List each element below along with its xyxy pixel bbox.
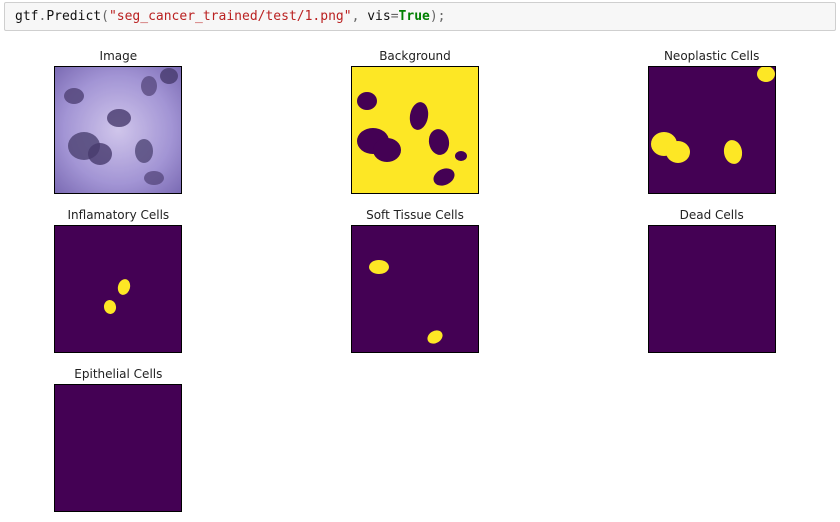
- mask-background: [351, 66, 479, 194]
- code-token-eq: =: [391, 9, 399, 24]
- code-token-method: Predict: [46, 9, 101, 24]
- code-token-kwarg: vis: [367, 9, 390, 24]
- panel-canvas: [351, 66, 479, 194]
- code-token-string: "seg_cancer_trained/test/1.png": [109, 9, 352, 24]
- output-area: Image: [0, 39, 840, 522]
- panel-canvas: [351, 225, 479, 353]
- mask-inflammatory: [54, 225, 182, 353]
- panel-title: Image: [100, 49, 138, 63]
- mask-epithelial: [54, 384, 182, 512]
- panel-title: Epithelial Cells: [74, 367, 162, 381]
- panel-soft-tissue-cells: Soft Tissue Cells: [351, 208, 479, 353]
- panel-canvas: [54, 66, 182, 194]
- panel-background: Background: [351, 49, 479, 194]
- panel-canvas: [648, 66, 776, 194]
- code-token-close: );: [430, 9, 446, 24]
- panel-dead-cells: Dead Cells: [648, 208, 776, 353]
- panel-title: Inflamatory Cells: [67, 208, 169, 222]
- code-token-bool: True: [399, 9, 430, 24]
- panel-inflammatory-cells: Inflamatory Cells: [54, 208, 182, 353]
- code-input-cell[interactable]: gtf.Predict("seg_cancer_trained/test/1.p…: [4, 2, 836, 31]
- panel-image: Image: [54, 49, 182, 194]
- panel-title: Background: [379, 49, 451, 63]
- histology-image: [54, 66, 182, 194]
- code-token-object: gtf: [15, 9, 38, 24]
- panel-title: Soft Tissue Cells: [366, 208, 464, 222]
- panel-canvas: [648, 225, 776, 353]
- panel-canvas: [54, 225, 182, 353]
- panel-epithelial-cells: Epithelial Cells: [54, 367, 182, 512]
- panel-neoplastic-cells: Neoplastic Cells: [648, 49, 776, 194]
- panel-title: Neoplastic Cells: [664, 49, 759, 63]
- mask-dead: [648, 225, 776, 353]
- panel-grid: Image: [10, 49, 820, 512]
- mask-neoplastic: [648, 66, 776, 194]
- panel-canvas: [54, 384, 182, 512]
- mask-soft-tissue: [351, 225, 479, 353]
- panel-title: Dead Cells: [680, 208, 744, 222]
